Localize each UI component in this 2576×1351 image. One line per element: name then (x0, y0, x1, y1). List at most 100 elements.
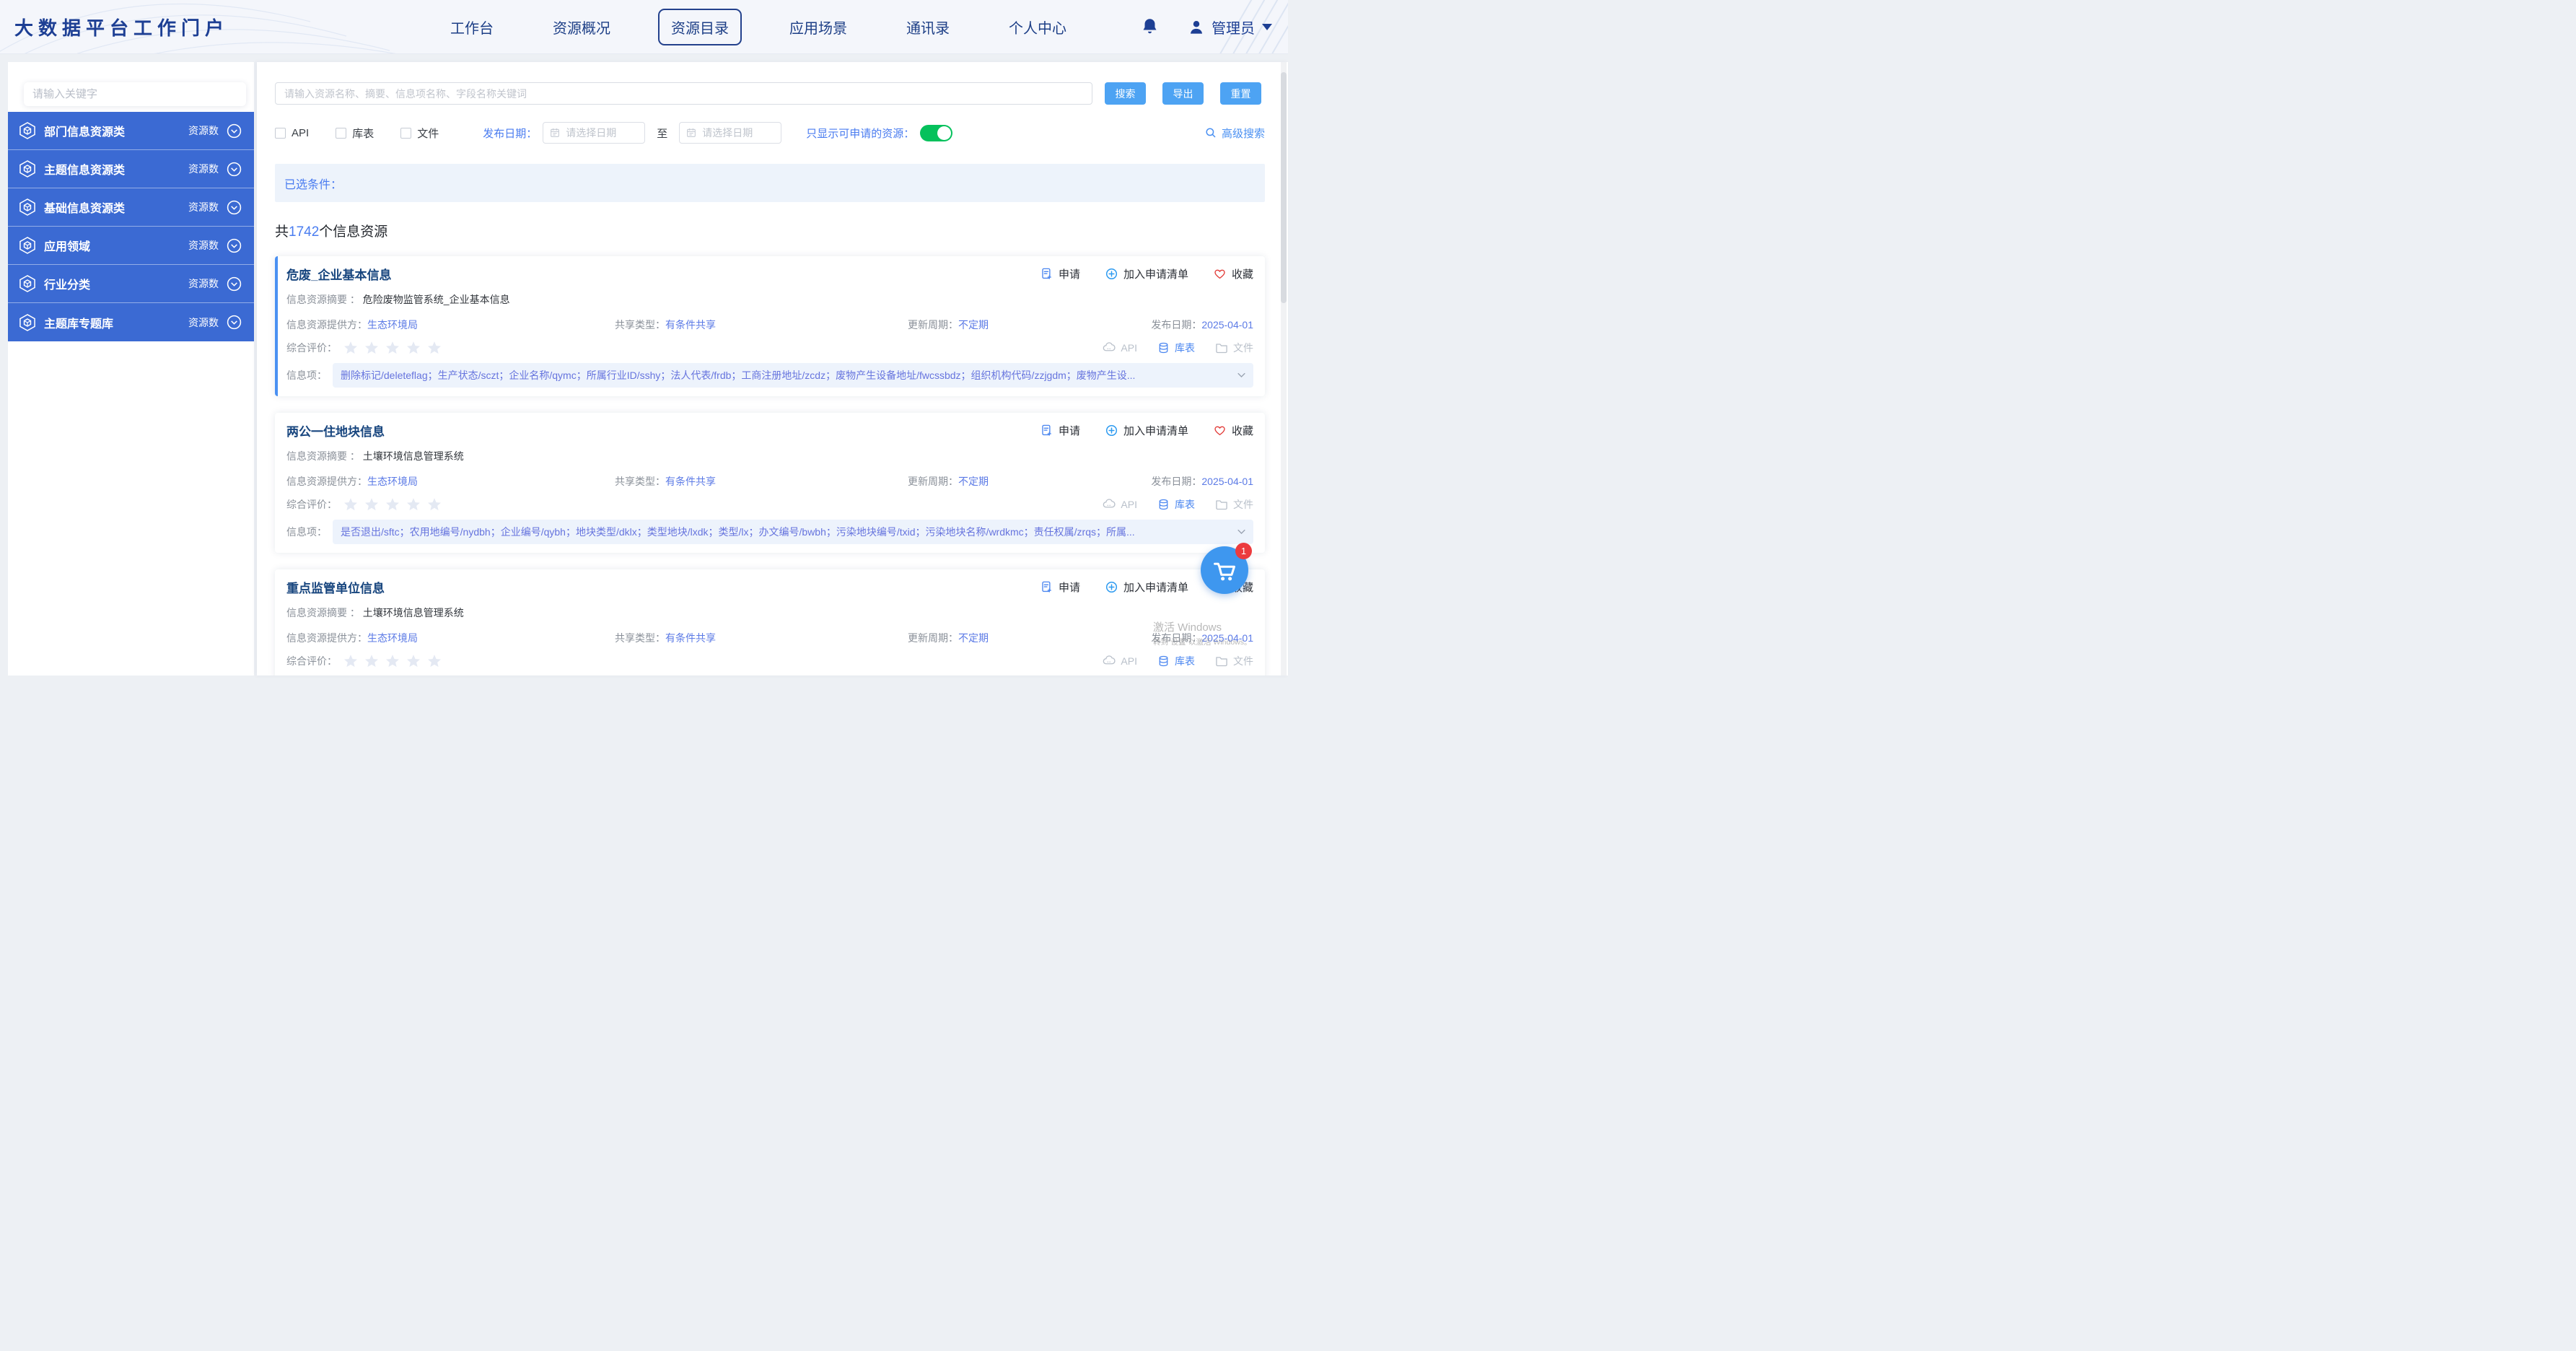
star-icon (343, 340, 359, 356)
resource-title[interactable]: 重点监管单位信息 (286, 578, 385, 596)
channel-api: API (1102, 341, 1137, 355)
header-right: 管理员 (1140, 0, 1272, 54)
reset-button[interactable]: 重置 (1220, 82, 1261, 105)
channel-table[interactable]: 库表 (1157, 654, 1195, 668)
scrollbar-thumb[interactable] (1281, 72, 1287, 303)
nav-workbench[interactable]: 工作台 (439, 10, 505, 44)
filter-checkbox-file[interactable]: 文件 (400, 126, 439, 141)
favorite-button[interactable]: 收藏 (1213, 266, 1253, 281)
star-icon (385, 497, 400, 512)
publish-date-field: 发布日期：2025-04-01 (1150, 631, 1253, 645)
provider-value[interactable]: 生态环境局 (367, 476, 418, 487)
only-applicable-toggle[interactable] (920, 125, 952, 141)
share-type-value: 有条件共享 (665, 632, 716, 644)
apply-button[interactable]: 申请 (1040, 580, 1080, 595)
resource-search-input[interactable] (275, 82, 1092, 105)
checkbox-icon (336, 128, 346, 139)
star-icon (364, 497, 380, 512)
share-type-field: 共享类型：有条件共享 (615, 474, 908, 489)
sidebar-search-input[interactable] (32, 88, 237, 100)
star-icon (406, 340, 421, 356)
publish-date-field: 发布日期：2025-04-01 (1150, 474, 1253, 489)
heart-icon (1213, 267, 1227, 281)
sidebar-item-basic-info[interactable]: 基础信息资源类资源数 (8, 188, 254, 227)
resource-title[interactable]: 危废_企业基本信息 (286, 265, 391, 283)
chevron-down-icon (1262, 24, 1272, 30)
channel-api: API (1102, 497, 1137, 512)
rating-stars (343, 340, 442, 356)
nav-resource-catalog[interactable]: 资源目录 (658, 9, 742, 45)
date-from-input[interactable]: 请选择日期 (543, 122, 645, 144)
sidebar-item-application-domain[interactable]: 应用领域资源数 (8, 227, 254, 265)
sidebar-item-subject-info[interactable]: 主题信息资源类资源数 (8, 150, 254, 188)
main-nav: 工作台 资源概况 资源目录 应用场景 通讯录 个人中心 (439, 0, 1078, 54)
nav-personal-center[interactable]: 个人中心 (997, 10, 1078, 44)
hexagon-cube-icon (18, 236, 37, 255)
category-label: 主题信息资源类 (44, 160, 188, 178)
channel-api: API (1102, 654, 1137, 668)
export-button[interactable]: 导出 (1162, 82, 1204, 105)
rating-row: 综合评价： API (286, 653, 1253, 669)
category-label: 基础信息资源类 (44, 198, 188, 216)
star-icon (426, 653, 442, 669)
user-menu[interactable]: 管理员 (1187, 17, 1272, 38)
nav-contacts[interactable]: 通讯录 (895, 10, 961, 44)
toggle-knob (937, 126, 951, 140)
advanced-search-link[interactable]: 高级搜索 (1204, 126, 1265, 141)
summary-label: 信息资源摘要 ： (286, 607, 360, 618)
provider-value[interactable]: 生态环境局 (367, 632, 418, 644)
folder-icon (1214, 497, 1229, 512)
sidebar-item-theme-special-library[interactable]: 主题库专题库资源数 (8, 303, 254, 341)
summary-value: 危险废物监管系统_企业基本信息 (363, 294, 510, 305)
date-to-input[interactable]: 请选择日期 (679, 122, 781, 144)
sidebar-item-industry-category[interactable]: 行业分类资源数 (8, 265, 254, 303)
chevron-circle-icon[interactable] (226, 123, 242, 139)
add-to-apply-list-button[interactable]: 加入申请清单 (1105, 580, 1188, 595)
sidebar-item-department-info[interactable]: 部门信息资源类资源数 (8, 112, 254, 150)
add-to-apply-list-button[interactable]: 加入申请清单 (1105, 423, 1188, 438)
star-icon (426, 340, 442, 356)
filter-checkbox-table[interactable]: 库表 (336, 126, 374, 141)
update-cycle-field: 更新周期：不定期 (908, 474, 1150, 489)
chevron-down-icon[interactable] (1236, 370, 1247, 380)
category-sidebar: 部门信息资源类资源数主题信息资源类资源数基础信息资源类资源数应用领域资源数行业分… (8, 62, 254, 676)
bell-icon[interactable] (1140, 17, 1160, 37)
chevron-circle-icon[interactable] (226, 237, 242, 254)
rating-label: 综合评价： (286, 497, 337, 512)
rating-label: 综合评价： (286, 341, 337, 355)
chevron-circle-icon[interactable] (226, 199, 242, 216)
publish-date-label: 发布日期： (483, 126, 537, 141)
chevron-circle-icon[interactable] (226, 161, 242, 178)
chevron-circle-icon[interactable] (226, 314, 242, 331)
channel-table[interactable]: 库表 (1157, 341, 1195, 355)
resource-title[interactable]: 两公一住地块信息 (286, 421, 385, 440)
channel-list: API 库表 文件 (1102, 654, 1253, 668)
star-icon (364, 340, 380, 356)
search-button[interactable]: 搜索 (1105, 82, 1146, 105)
channel-table[interactable]: 库表 (1157, 497, 1195, 512)
chevron-circle-icon[interactable] (226, 276, 242, 292)
category-count-label: 资源数 (188, 123, 219, 138)
nav-application-scenarios[interactable]: 应用场景 (778, 10, 859, 44)
rating-row: 综合评价： API (286, 497, 1253, 512)
date-range-to-label: 至 (657, 126, 667, 141)
apply-button[interactable]: 申请 (1040, 266, 1080, 281)
star-icon (343, 653, 359, 669)
update-cycle-value: 不定期 (958, 632, 989, 644)
provider-value[interactable]: 生态环境局 (367, 319, 418, 331)
summary-value: 土壤环境信息管理系统 (363, 450, 464, 462)
rating-stars (343, 653, 442, 669)
apply-button[interactable]: 申请 (1040, 423, 1080, 438)
favorite-button[interactable]: 收藏 (1213, 423, 1253, 438)
star-icon (364, 653, 380, 669)
filter-checkbox-api[interactable]: API (275, 127, 309, 139)
card-actions: 申请 加入申请清单 收藏 (1040, 266, 1253, 281)
hexagon-cube-icon (18, 121, 37, 140)
provider-field: 信息资源提供方：生态环境局 (286, 318, 615, 332)
info-items-band: 删除标记/deleteflag；生产状态/sczt；企业名称/qymc；所属行业… (333, 363, 1253, 388)
add-to-apply-list-button[interactable]: 加入申请清单 (1105, 266, 1188, 281)
summary-value: 土壤环境信息管理系统 (363, 607, 464, 618)
chevron-down-icon[interactable] (1236, 526, 1247, 537)
info-items-row: 信息项： 是否退出/sftc；农用地编号/nydbh；企业编号/qybh；地块类… (286, 520, 1253, 544)
nav-resource-overview[interactable]: 资源概况 (541, 10, 622, 44)
